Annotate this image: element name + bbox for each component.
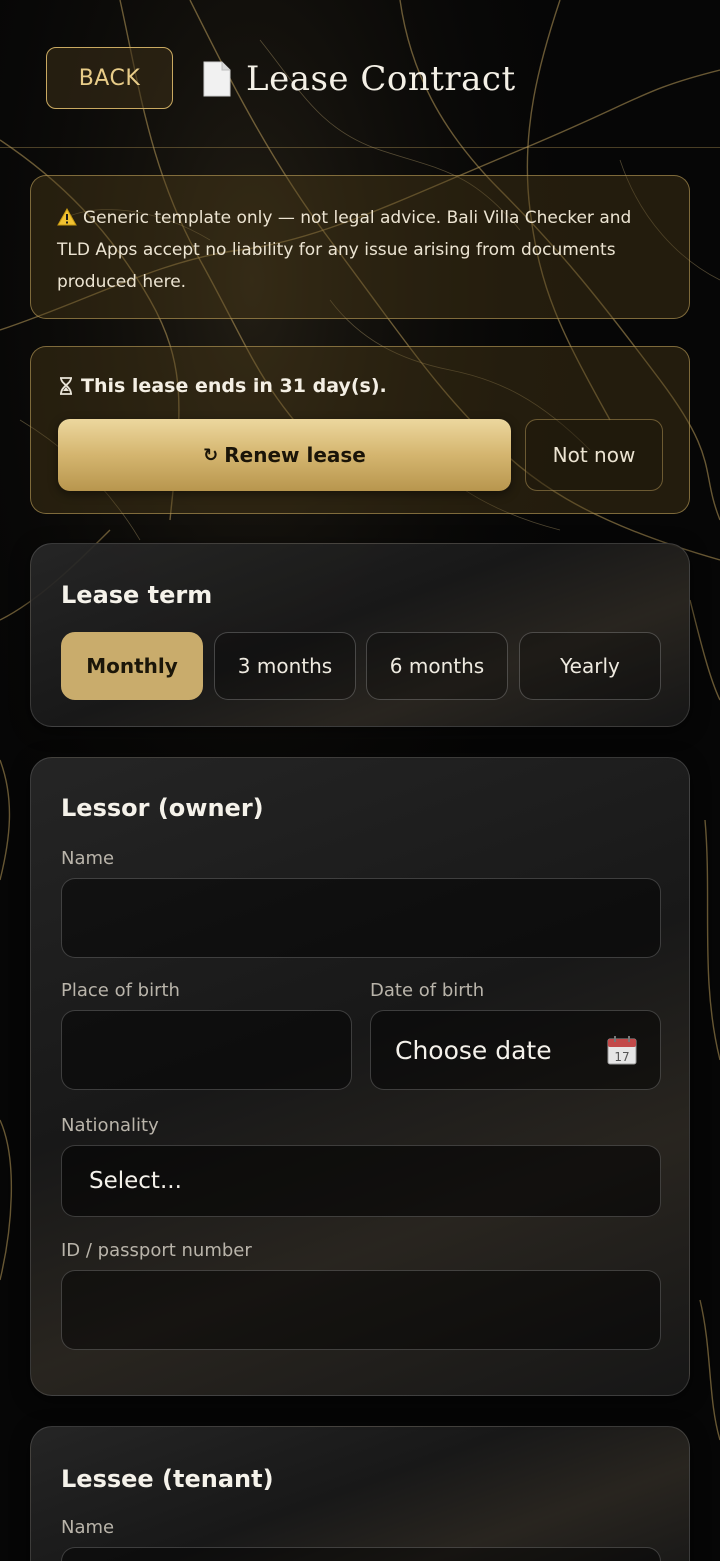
lessor-nationality-select[interactable]: Select... [61,1145,661,1217]
back-button[interactable]: BACK [46,47,173,109]
lessor-birthplace-input[interactable] [61,1010,352,1090]
term-option-3-months[interactable]: 3 months [214,632,356,700]
disclaimer-text: Generic template only — not legal advice… [57,208,632,292]
hourglass-icon [60,377,72,395]
lessor-birthplace-label: Place of birth [61,980,180,1001]
renew-icon: ↻ [203,444,219,466]
lease-term-title: Lease term [61,581,213,609]
page-title: Lease Contract [246,59,516,99]
lessee-card: Lessee (tenant) Name [30,1426,690,1561]
lessor-name-input[interactable] [61,878,661,958]
expiry-message: This lease ends in 31 day(s). [59,375,387,397]
dob-placeholder: Choose date [395,1035,552,1065]
svg-text:17: 17 [614,1050,629,1064]
nationality-selected-value: Select... [89,1168,182,1194]
lessee-title: Lessee (tenant) [61,1465,274,1493]
lessor-id-label: ID / passport number [61,1240,252,1261]
renew-lease-button[interactable]: ↻ Renew lease [58,419,511,491]
top-header: BACK Lease Contract [0,0,720,148]
lease-term-card: Lease term Monthly 3 months 6 months Yea… [30,543,690,727]
renew-lease-label: Renew lease [224,443,366,467]
lessor-name-label: Name [61,848,115,869]
not-now-button[interactable]: Not now [525,419,663,491]
lease-expiry-banner: This lease ends in 31 day(s). ↻ Renew le… [30,346,690,514]
term-option-monthly[interactable]: Monthly [61,632,203,700]
warning-icon [57,208,77,226]
page-title-group: Lease Contract [202,56,516,102]
calendar-icon: 17 [607,1036,637,1065]
lessor-nationality-label: Nationality [61,1115,159,1136]
term-option-6-months[interactable]: 6 months [366,632,508,700]
lessor-card: Lessor (owner) Name Place of birth Date … [30,757,690,1396]
lessor-dob-label: Date of birth [370,980,485,1001]
lessee-name-input[interactable] [61,1547,661,1561]
expiry-text: This lease ends in 31 day(s). [81,375,387,397]
disclaimer-banner: Generic template only — not legal advice… [30,175,690,319]
lessor-title: Lessor (owner) [61,794,264,822]
lessor-id-input[interactable] [61,1270,661,1350]
document-icon [203,61,231,97]
lessee-name-label: Name [61,1517,115,1538]
lessor-dob-picker[interactable]: Choose date 17 [370,1010,661,1090]
term-option-yearly[interactable]: Yearly [519,632,661,700]
